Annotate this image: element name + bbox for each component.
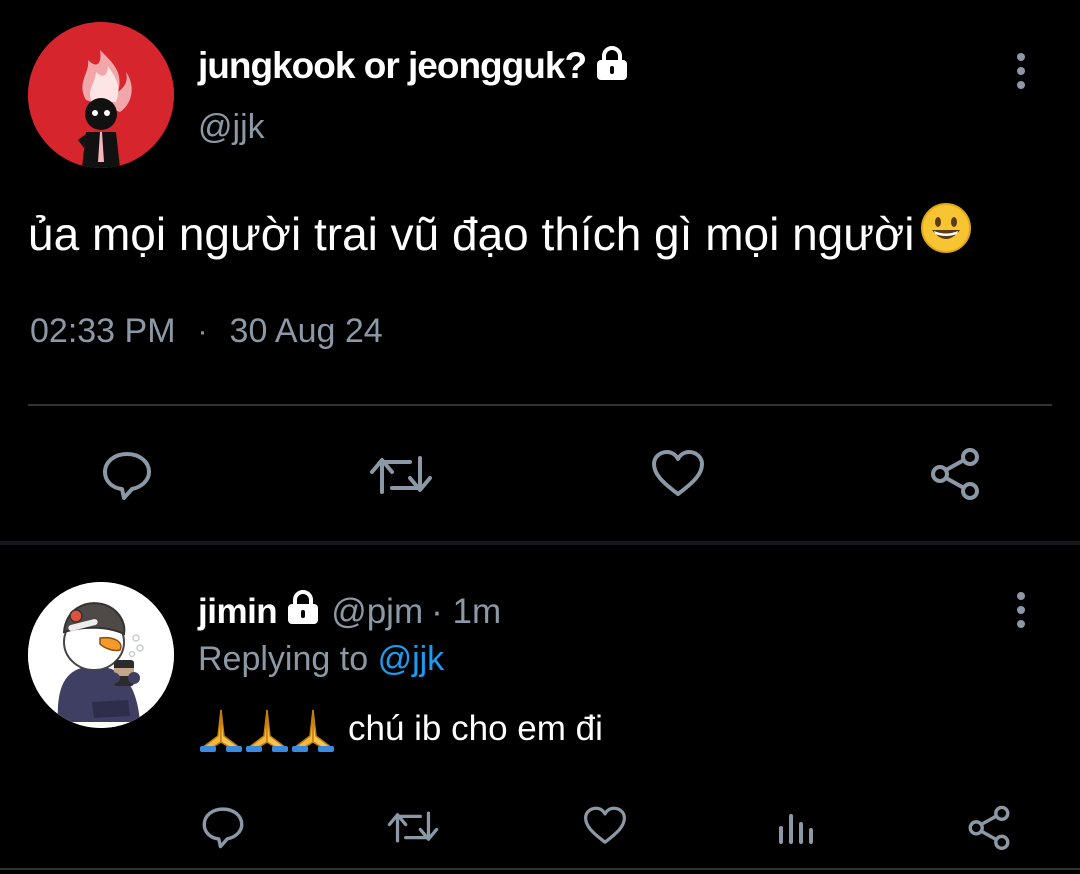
share-icon xyxy=(968,805,1010,850)
reply-retweet-button[interactable] xyxy=(386,804,440,850)
retweet-icon xyxy=(370,456,432,494)
author-handle[interactable]: @jjk xyxy=(198,108,265,147)
author-name-row: jungkook or jeongguk? xyxy=(198,42,630,90)
reply-time: · 1m xyxy=(431,592,502,631)
folded-hands-emoji-icon xyxy=(292,709,334,752)
reply-author-handle[interactable]: @pjm xyxy=(331,592,423,632)
bar-chart-icon xyxy=(779,814,813,844)
lock-icon xyxy=(594,45,630,87)
share-button[interactable] xyxy=(928,446,982,500)
reply-text: chú ib cho em đi xyxy=(348,709,603,748)
tweet-timestamp: 02:33 PM · 30 Aug 24 xyxy=(30,312,383,351)
reply-button[interactable] xyxy=(100,448,154,502)
replying-mention-link[interactable]: @jjk xyxy=(378,640,445,678)
retweet-icon xyxy=(387,811,439,843)
replying-prefix: Replying to xyxy=(198,640,369,678)
folded-hands-emoji-group xyxy=(198,706,336,752)
more-options-icon[interactable] xyxy=(1015,53,1027,89)
duck-avatar-illustration xyxy=(28,582,174,728)
tweet-detail-screen: jungkook or jeongguk? @jjk ủa mọi người … xyxy=(0,0,1080,874)
meta-separator: · xyxy=(197,314,208,348)
heart-icon xyxy=(584,806,626,844)
folded-hands-emoji-icon xyxy=(200,709,242,752)
reply-like-button[interactable] xyxy=(582,804,628,848)
folded-hands-emoji-icon xyxy=(246,709,288,752)
replying-to: Replying to @jjk xyxy=(198,640,444,679)
retweet-button[interactable] xyxy=(368,448,434,502)
comment-icon xyxy=(103,452,151,500)
reply-share-button[interactable] xyxy=(966,804,1012,850)
comment-icon xyxy=(202,807,244,849)
share-icon xyxy=(931,448,979,500)
author-name[interactable]: jungkook or jeongguk? xyxy=(198,45,587,87)
tweet-time: 02:33 PM xyxy=(30,312,176,350)
like-button[interactable] xyxy=(650,448,706,500)
reply-analytics-button[interactable] xyxy=(776,804,816,848)
reply-body: chú ib cho em đi xyxy=(198,706,603,752)
grinning-face-emoji-icon xyxy=(920,202,972,265)
heart-icon xyxy=(652,450,704,496)
reply-more-options-icon[interactable] xyxy=(1015,592,1027,628)
avatar-illustration xyxy=(28,22,174,168)
reply-reply-button[interactable] xyxy=(200,804,246,850)
author-avatar[interactable] xyxy=(28,22,174,168)
reply-header: jimin @pjm · 1m xyxy=(198,588,501,636)
tweet-body: ủa mọi người trai vũ đạo thích gì mọi ng… xyxy=(28,207,915,260)
tweet-date: 30 Aug 24 xyxy=(229,312,383,350)
reply-author-name[interactable]: jimin xyxy=(198,592,278,632)
bottom-divider xyxy=(0,868,1080,870)
divider xyxy=(28,404,1052,406)
section-separator xyxy=(0,541,1080,545)
reply-author-avatar[interactable] xyxy=(28,582,174,728)
lock-icon xyxy=(285,589,321,635)
tweet-text: ủa mọi người trai vũ đạo thích gì mọi ng… xyxy=(28,202,972,265)
